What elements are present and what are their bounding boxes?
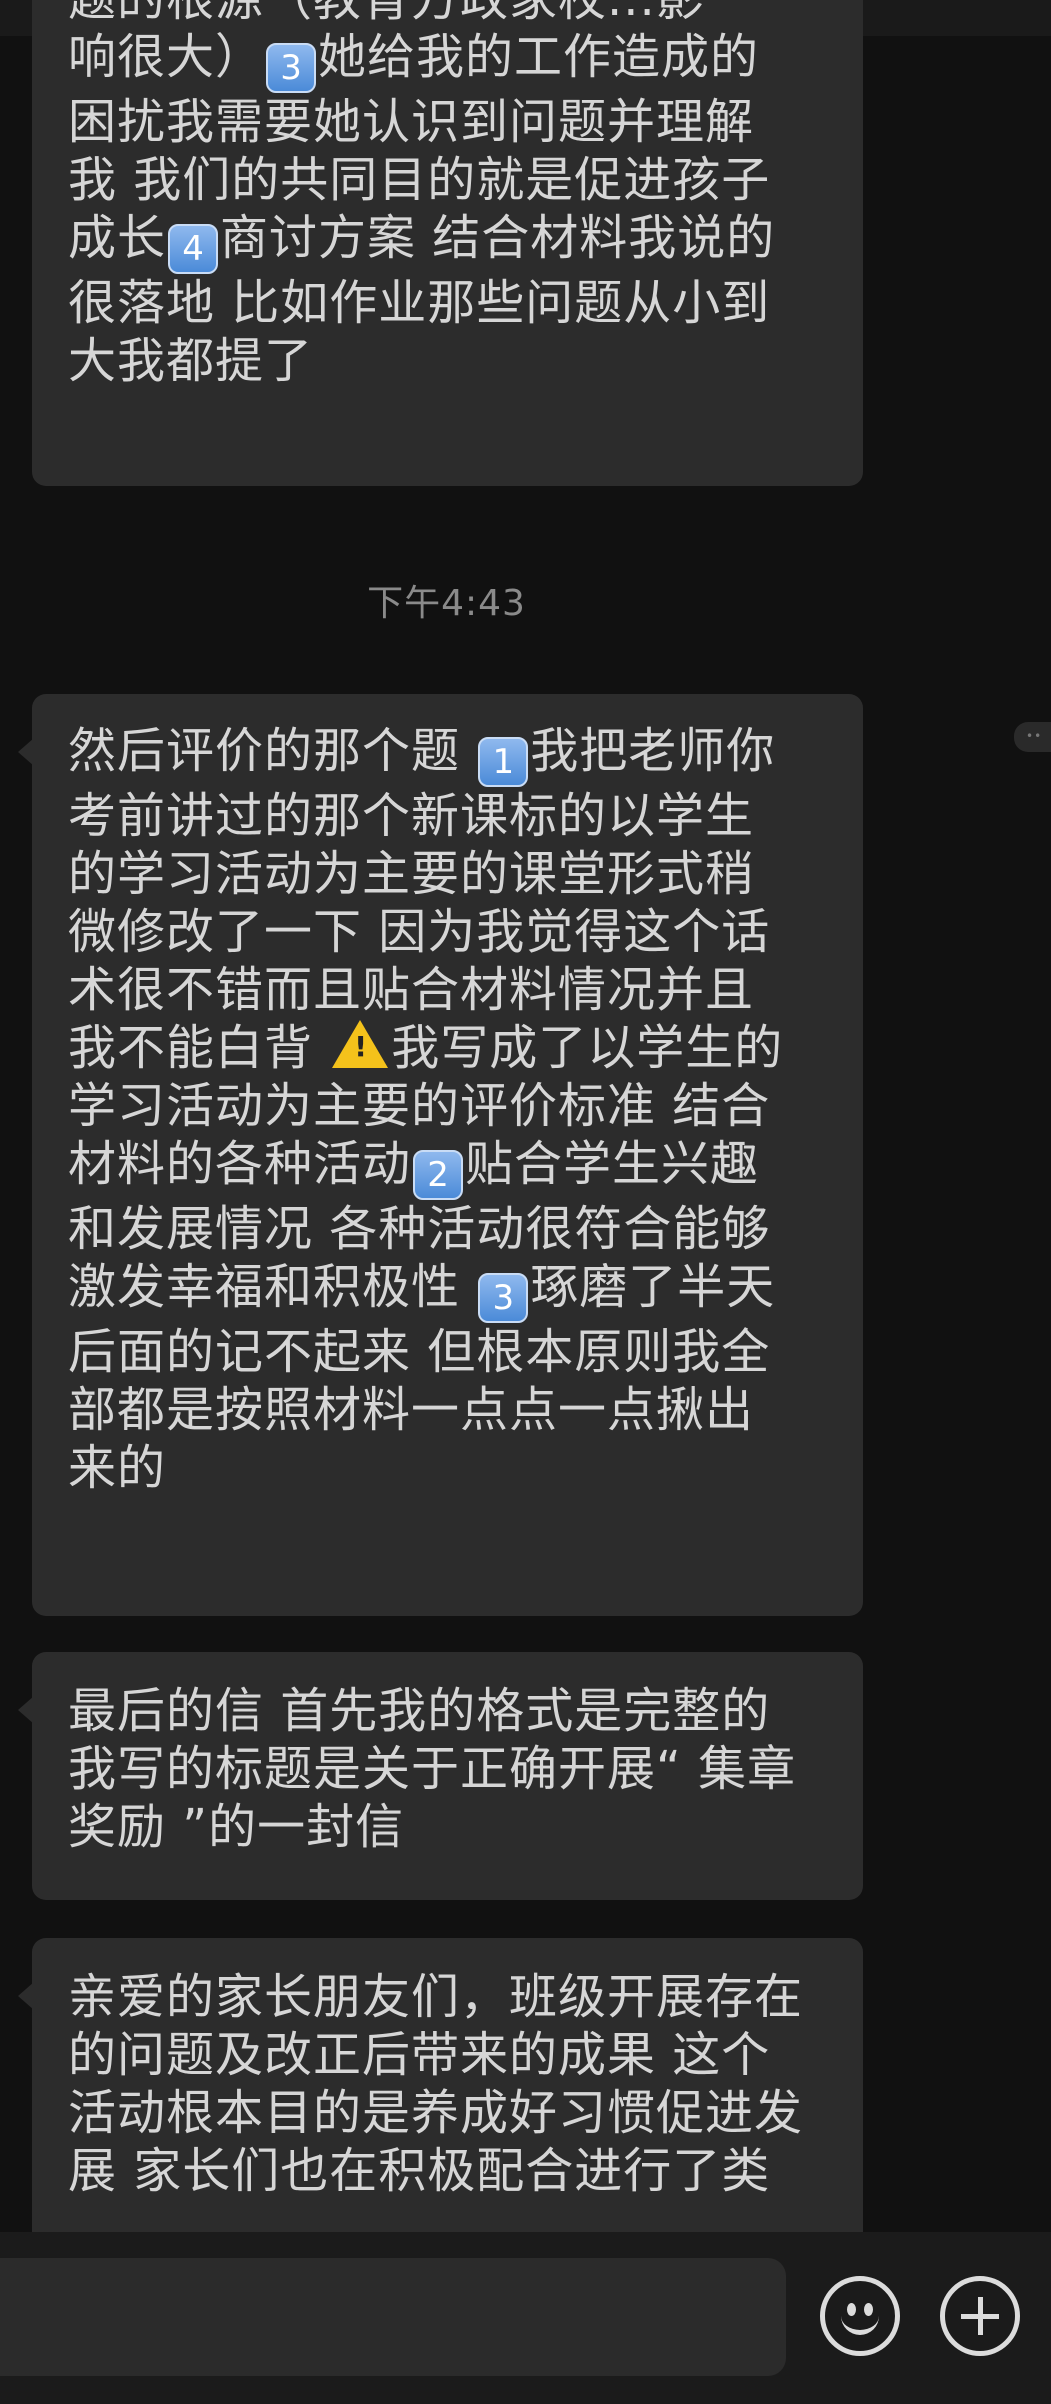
- message-line: 激发幸福和积极性 3 琢磨了半天: [68, 1258, 829, 1323]
- emoji-icon[interactable]: [820, 2276, 900, 2356]
- message-line: 来的: [68, 1440, 167, 1496]
- plus-icon[interactable]: [940, 2276, 1020, 2356]
- bubble-tail: [18, 738, 34, 766]
- message-input[interactable]: [0, 2258, 786, 2376]
- message-line: 我不能白背 ! 我写成了以学生的: [68, 1020, 784, 1076]
- message-line: 后面的记不起来 但根本原则我全: [68, 1324, 771, 1380]
- bubble-tail: [18, 1982, 34, 2010]
- message-line: 术很不错而且贴合材料情况并且: [68, 962, 755, 1018]
- message-bubble-3[interactable]: 最后的信 首先我的格式是完整的 我写的标题是关于正确开展“ 集章 奖励 ”的一封…: [18, 1652, 863, 1900]
- keycap-3-icon: 3: [478, 1273, 529, 1323]
- message-line: 的问题及改正后带来的成果 这个: [68, 2027, 771, 2083]
- message-line: 微修改了一下 因为我觉得这个话: [68, 904, 771, 960]
- message-line: 大我都提了: [68, 333, 314, 389]
- warning-icon: !: [332, 1020, 389, 1068]
- input-bar: [0, 2232, 1051, 2404]
- message-line: 考前讲过的那个新课标的以学生: [68, 788, 755, 844]
- message-line: 和发展情况 各种活动很符合能够: [68, 1201, 771, 1257]
- message-line: 奖励 ”的一封信: [68, 1799, 405, 1855]
- keycap-1-icon: 1: [478, 737, 529, 787]
- message-line: 学习活动为主要的评价标准 结合: [68, 1078, 771, 1134]
- bubble-tail: [18, 1696, 34, 1724]
- side-handle[interactable]: ••: [1014, 722, 1051, 752]
- message-line: 成长 4 商讨方案 结合材料我说的: [68, 209, 829, 274]
- message-line: 最后的信 首先我的格式是完整的: [68, 1683, 771, 1739]
- keycap-2-icon: 2: [413, 1150, 464, 1200]
- message-line: 活动根本目的是养成好习惯促进发: [68, 2085, 804, 2141]
- message-line: 题的根源（教育方政家校...影: [68, 0, 829, 28]
- message-bubble-4[interactable]: 亲爱的家长朋友们，班级开展存在 的问题及改正后带来的成果 这个 活动根本目的是养…: [18, 1938, 863, 2268]
- message-bubble-2[interactable]: 然后评价的那个题 1 我把老师你 考前讲过的那个新课标的以学生 的学习活动为主要的…: [18, 694, 863, 1616]
- message-line: 的学习活动为主要的课堂形式稍: [68, 846, 755, 902]
- message-line: 部都是按照材料一点点一点揪出: [68, 1382, 755, 1438]
- message-line: 亲爱的家长朋友们，班级开展存在: [68, 1969, 804, 2025]
- message-line: 我写的标题是关于正确开展“ 集章: [68, 1741, 797, 1797]
- keycap-3-icon: 3: [266, 43, 317, 93]
- message-bubble-1[interactable]: 题的根源（教育方政家校...影 响很大）3她给我的工作造成的 困扰我需要她认识到…: [32, 0, 863, 486]
- message-line: 然后评价的那个题 1 我把老师你: [68, 722, 829, 787]
- message-line: 展 家长们也在积极配合进行了类: [68, 2143, 771, 2199]
- message-line: 很落地 比如作业那些问题从小到: [68, 275, 771, 331]
- message-line: 响很大） 3 她给我的工作造成的: [68, 28, 829, 93]
- message-line: 困扰我需要她认识到问题并理解: [68, 94, 755, 150]
- timestamp: 下午4:43: [367, 583, 526, 624]
- keycap-4-icon: 4: [168, 224, 219, 274]
- message-line: 材料的各种活动 2 贴合学生兴趣: [68, 1135, 829, 1200]
- message-line: 我 我们的共同目的就是促进孩子: [68, 152, 771, 208]
